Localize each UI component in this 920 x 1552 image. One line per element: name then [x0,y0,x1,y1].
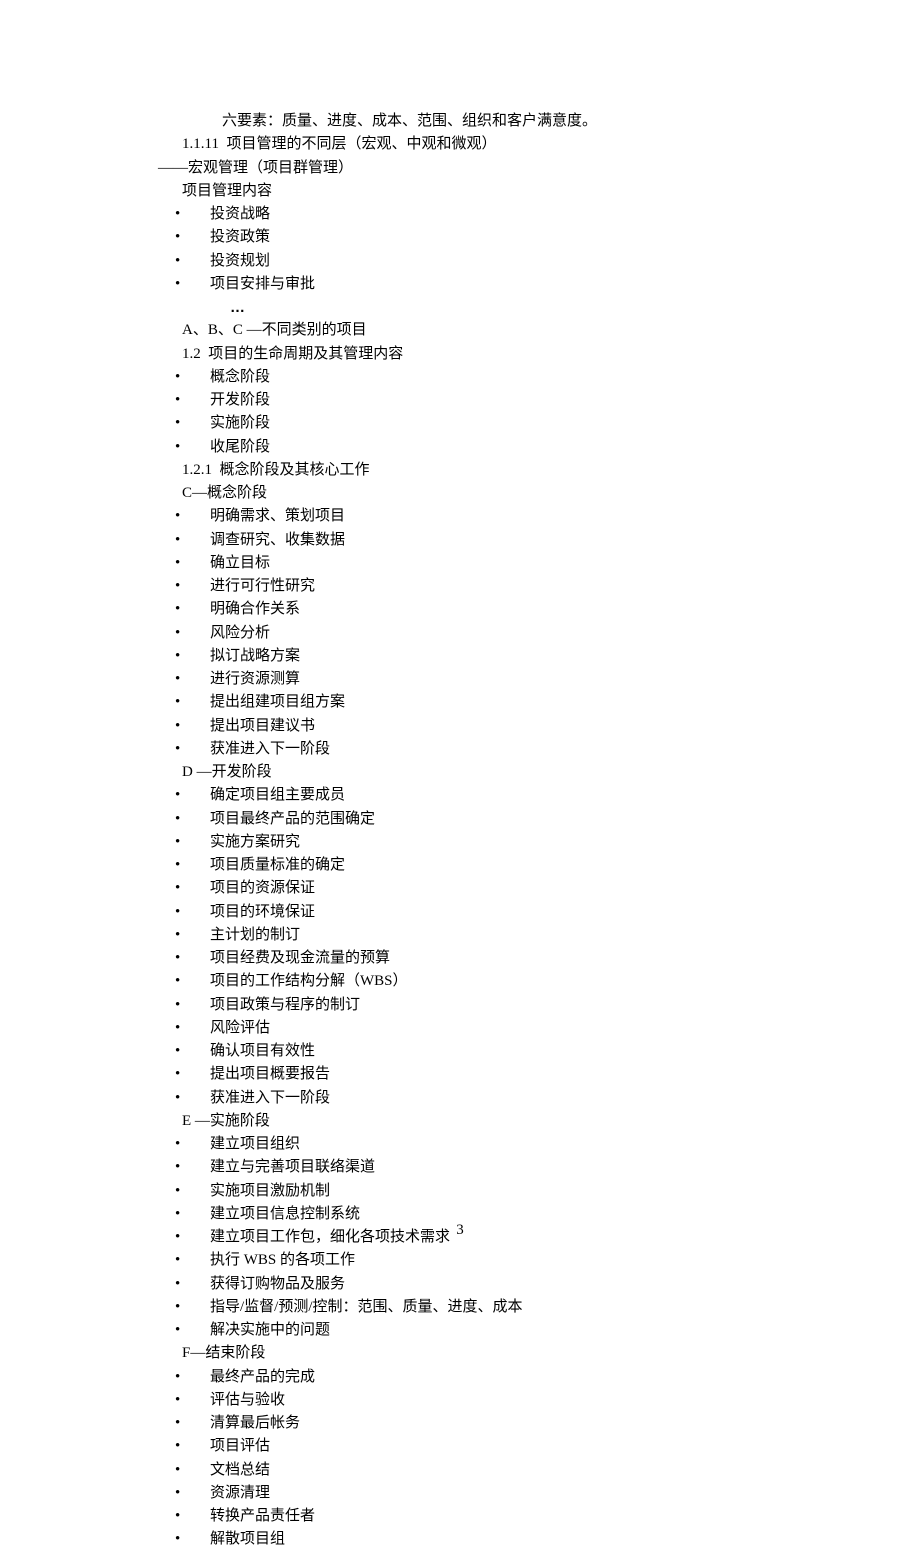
list-item: 投资政策 [160,226,800,249]
document-content: 六要素：质量、进度、成本、范围、组织和客户满意度。 1.1.11 项目管理的不同… [160,110,800,1552]
list-item: 解散项目组 [160,1528,800,1551]
list-item: 执行 WBS 的各项工作 [160,1249,800,1272]
abc-line: A、B、C —不同类别的项目 [160,319,800,342]
section-1-1-11-heading: 1.1.11 项目管理的不同层（宏观、中观和微观） [160,133,800,156]
list-item: 评估与验收 [160,1389,800,1412]
list-item: 投资战略 [160,203,800,226]
list-item: 项目评估 [160,1435,800,1458]
document-page: 六要素：质量、进度、成本、范围、组织和客户满意度。 1.1.11 项目管理的不同… [0,0,920,1302]
list-item: 调查研究、收集数据 [160,529,800,552]
list-item: 获得订购物品及服务 [160,1273,800,1296]
phase-c-list: 明确需求、策划项目 调查研究、收集数据 确立目标 进行可行性研究 明确合作关系 … [160,505,800,761]
list-item: 项目的资源保证 [160,877,800,900]
list-item: 资源清理 [160,1482,800,1505]
phase-e-label: E —实施阶段 [160,1110,800,1133]
list-item: 进行资源测算 [160,668,800,691]
list-item: 项目政策与程序的制订 [160,994,800,1017]
list-item: 解决实施中的问题 [160,1319,800,1342]
list-item: 建立与完善项目联络渠道 [160,1156,800,1179]
list-item: 指导/监督/预测/控制：范围、质量、进度、成本 [160,1296,800,1319]
list-item: 风险评估 [160,1017,800,1040]
list-item: 概念阶段 [160,366,800,389]
list-item: 实施项目激励机制 [160,1180,800,1203]
list-item: 最终产品的完成 [160,1366,800,1389]
section-1-2-heading: 1.2 项目的生命周期及其管理内容 [160,343,800,366]
phase-f-list: 最终产品的完成 评估与验收 清算最后帐务 项目评估 文档总结 资源清理 转换产品… [160,1366,800,1552]
list-item: 收尾阶段 [160,436,800,459]
list-item: 获准进入下一阶段 [160,1087,800,1110]
list-item: 拟订战略方案 [160,645,800,668]
list-item: 项目的环境保证 [160,901,800,924]
pm-content-list: 投资战略 投资政策 投资规划 项目安排与审批 [160,203,800,296]
list-item: 项目经费及现金流量的预算 [160,947,800,970]
list-item: 投资规划 [160,250,800,273]
list-item: 项目安排与审批 [160,273,800,296]
list-item: 获准进入下一阶段 [160,738,800,761]
list-item: 确定项目组主要成员 [160,784,800,807]
list-item: 文档总结 [160,1459,800,1482]
phase-c-label: C—概念阶段 [160,482,800,505]
list-item: 确立目标 [160,552,800,575]
list-item: 提出项目概要报告 [160,1063,800,1086]
list-item: 风险分析 [160,622,800,645]
list-item: 进行可行性研究 [160,575,800,598]
list-item: 项目的工作结构分解（WBS） [160,970,800,993]
phase-d-list: 确定项目组主要成员 项目最终产品的范围确定 实施方案研究 项目质量标准的确定 项… [160,784,800,1110]
list-item: 提出项目建议书 [160,715,800,738]
ellipsis-line: … [160,296,800,319]
list-item: 转换产品责任者 [160,1505,800,1528]
page-number: 3 [0,1219,920,1242]
pm-content-label: 项目管理内容 [160,180,800,203]
phases-list: 概念阶段 开发阶段 实施阶段 收尾阶段 [160,366,800,459]
phase-f-label: F—结束阶段 [160,1342,800,1365]
list-item: 提出组建项目组方案 [160,691,800,714]
six-elements-line: 六要素：质量、进度、成本、范围、组织和客户满意度。 [160,110,800,133]
list-item: 清算最后帐务 [160,1412,800,1435]
list-item: 实施阶段 [160,412,800,435]
list-item: 开发阶段 [160,389,800,412]
macro-management-line: ——宏观管理（项目群管理） [158,157,800,180]
list-item: 建立项目组织 [160,1133,800,1156]
list-item: 明确合作关系 [160,598,800,621]
list-item: 项目质量标准的确定 [160,854,800,877]
list-item: 明确需求、策划项目 [160,505,800,528]
list-item: 实施方案研究 [160,831,800,854]
list-item: 确认项目有效性 [160,1040,800,1063]
list-item: 项目最终产品的范围确定 [160,808,800,831]
phase-d-label: D —开发阶段 [160,761,800,784]
section-1-2-1-heading: 1.2.1 概念阶段及其核心工作 [160,459,800,482]
list-item: 主计划的制订 [160,924,800,947]
